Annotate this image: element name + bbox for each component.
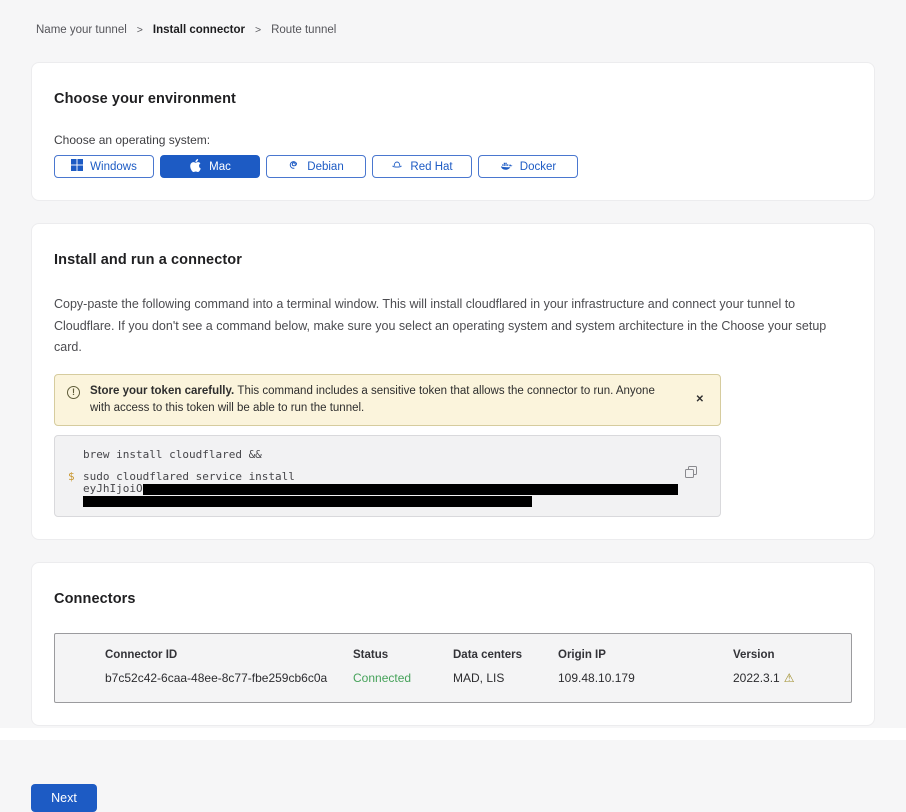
breadcrumb: Name your tunnel > Install connector > R… <box>36 24 875 36</box>
version-value: 2022.3.1 <box>733 671 780 685</box>
token-line-2 <box>83 495 706 507</box>
cell-connector-id: b7c52c42-6caa-48ee-8c77-fbe259cb6c0a <box>105 671 353 685</box>
os-button-debian[interactable]: Debian <box>266 155 366 178</box>
install-card-title: Install and run a connector <box>54 252 852 268</box>
copy-command-button[interactable] <box>684 465 698 479</box>
windows-icon <box>71 159 83 174</box>
col-header-status: Status <box>353 649 453 661</box>
install-connector-card: Install and run a connector Copy-paste t… <box>31 223 875 540</box>
page-bottom-strip <box>0 728 906 740</box>
cell-data-centers: MAD, LIS <box>453 671 558 685</box>
cell-origin-ip: 109.48.10.179 <box>558 671 733 685</box>
os-button-label: Windows <box>90 161 137 173</box>
environment-card-title: Choose your environment <box>54 91 852 107</box>
step-name-your-tunnel[interactable]: Name your tunnel <box>36 24 127 36</box>
step-route-tunnel[interactable]: Route tunnel <box>271 24 336 36</box>
col-header-origin-ip: Origin IP <box>558 649 733 661</box>
os-button-redhat[interactable]: Red Hat <box>372 155 472 178</box>
breadcrumb-separator: > <box>255 24 261 36</box>
code-line-command: $ sudo cloudflared service install <box>68 471 706 483</box>
col-header-version: Version <box>733 649 841 661</box>
redhat-icon <box>391 159 403 174</box>
choose-environment-card: Choose your environment Choose an operat… <box>31 62 875 201</box>
close-icon[interactable]: ✕ <box>692 390 708 409</box>
os-button-mac[interactable]: Mac <box>160 155 260 178</box>
cell-version: 2022.3.1 ⚠ <box>733 671 841 685</box>
os-button-label: Docker <box>520 161 556 173</box>
os-button-label: Debian <box>307 161 343 173</box>
os-button-label: Mac <box>209 161 231 173</box>
breadcrumb-separator: > <box>137 24 143 36</box>
shell-prompt: $ <box>68 471 83 483</box>
apple-icon <box>189 159 202 175</box>
debian-icon <box>288 159 300 174</box>
token-prefix: eyJhIjoiO <box>83 482 143 495</box>
warning-icon: ⚠ <box>784 671 795 685</box>
token-warning-banner: ! Store your token carefully. This comma… <box>54 374 721 427</box>
os-button-group: Windows Mac Debian Red Hat <box>54 155 852 178</box>
step-install-connector[interactable]: Install connector <box>153 24 245 36</box>
code-line-brew: brew install cloudflared && <box>83 449 706 461</box>
redacted-token-bar <box>83 496 532 507</box>
col-header-data-centers: Data centers <box>453 649 558 661</box>
connectors-table: Connector ID Status Data centers Origin … <box>54 633 852 703</box>
os-button-windows[interactable]: Windows <box>54 155 154 178</box>
install-description: Copy-paste the following command into a … <box>54 294 849 359</box>
connectors-card: Connectors Connector ID Status Data cent… <box>31 562 875 726</box>
tunnel-setup-page: Name your tunnel > Install connector > R… <box>0 0 906 812</box>
install-command-codeblock: brew install cloudflared && $ sudo cloud… <box>54 435 721 517</box>
banner-text: Store your token carefully. This command… <box>90 383 676 418</box>
banner-title: Store your token carefully. <box>90 385 237 397</box>
docker-icon <box>500 159 513 175</box>
connectors-card-title: Connectors <box>54 591 852 607</box>
os-button-docker[interactable]: Docker <box>478 155 578 178</box>
os-select-label: Choose an operating system: <box>54 133 852 147</box>
copy-icon <box>684 467 698 482</box>
os-button-label: Red Hat <box>410 161 452 173</box>
redacted-token-bar <box>143 484 678 495</box>
cell-status: Connected <box>353 671 453 685</box>
info-icon: ! <box>67 386 80 399</box>
token-line: eyJhIjoiO <box>83 483 706 495</box>
col-header-connector-id: Connector ID <box>105 649 353 661</box>
next-button[interactable]: Next <box>31 784 97 812</box>
